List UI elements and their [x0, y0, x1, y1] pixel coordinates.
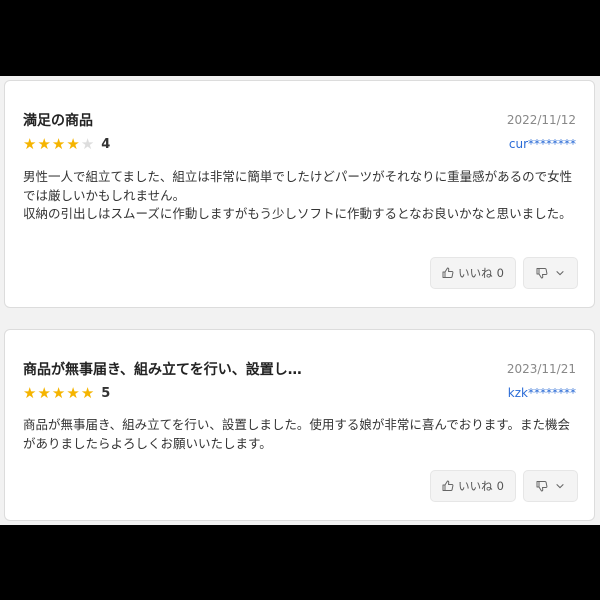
star-icon: ★ [37, 135, 51, 153]
star-icon: ★ [66, 135, 80, 153]
like-count: 0 [496, 479, 504, 493]
review-paragraph: 商品が無事届き、組み立てを行い、設置しました。使用する娘が非常に喜んでおります。… [23, 417, 571, 451]
review-body: 男性一人で組立てました、組立は非常に簡単でしたけどパーツがそれなりに重量感がある… [23, 168, 578, 224]
star-icon: ★ [23, 384, 37, 402]
review-card: 満足の商品 2022/11/12 ★ ★ ★ ★ ★ 4 cur********… [4, 80, 595, 308]
review-paragraph: 男性一人で組立てました、組立は非常に簡単でしたけどパーツがそれなりに重量感がある… [23, 169, 573, 203]
chevron-down-icon [555, 481, 565, 491]
star-icon: ★ [51, 135, 66, 153]
review-title: 満足の商品 [23, 113, 93, 129]
chevron-down-icon [555, 268, 565, 278]
star-icon: ★ [37, 384, 51, 402]
review-card: 商品が無事届き、組み立てを行い、設置し… 2023/11/21 ★ ★ ★ ★ … [4, 329, 595, 521]
rating-value: 4 [101, 137, 111, 152]
like-count: 0 [496, 266, 504, 280]
thumbs-down-icon [536, 480, 548, 492]
like-button[interactable]: いいね 0 [430, 257, 516, 289]
thumbs-up-icon [442, 480, 454, 492]
like-button[interactable]: いいね 0 [430, 470, 516, 502]
reviewer-name-link[interactable]: kzk******** [508, 386, 576, 400]
star-icon: ★ [80, 135, 95, 153]
like-label: いいね [458, 266, 493, 280]
star-rating: ★ ★ ★ ★ ★ 4 [23, 135, 111, 153]
dislike-button[interactable] [523, 257, 578, 289]
star-rating: ★ ★ ★ ★ ★ 5 [23, 384, 111, 402]
dislike-button[interactable] [523, 470, 578, 502]
review-title: 商品が無事届き、組み立てを行い、設置し… [23, 362, 302, 378]
review-paragraph: 収納の引出しはスムーズに作動しますがもう少しソフトに作動するとなお良いかなと思い… [23, 206, 572, 221]
star-icon: ★ [66, 384, 80, 402]
reviewer-name-link[interactable]: cur******** [509, 137, 576, 151]
review-date: 2022/11/12 [506, 113, 576, 127]
thumbs-up-icon [442, 267, 454, 279]
thumbs-down-icon [536, 267, 548, 279]
review-body: 商品が無事届き、組み立てを行い、設置しました。使用する娘が非常に喜んでおります。… [23, 416, 578, 453]
like-label: いいね [458, 479, 493, 493]
star-icon: ★ [23, 135, 37, 153]
review-list: 満足の商品 2022/11/12 ★ ★ ★ ★ ★ 4 cur********… [0, 76, 600, 525]
star-icon: ★ [51, 384, 66, 402]
review-date: 2023/11/21 [506, 362, 576, 376]
rating-value: 5 [101, 386, 111, 401]
star-icon: ★ [80, 384, 95, 402]
